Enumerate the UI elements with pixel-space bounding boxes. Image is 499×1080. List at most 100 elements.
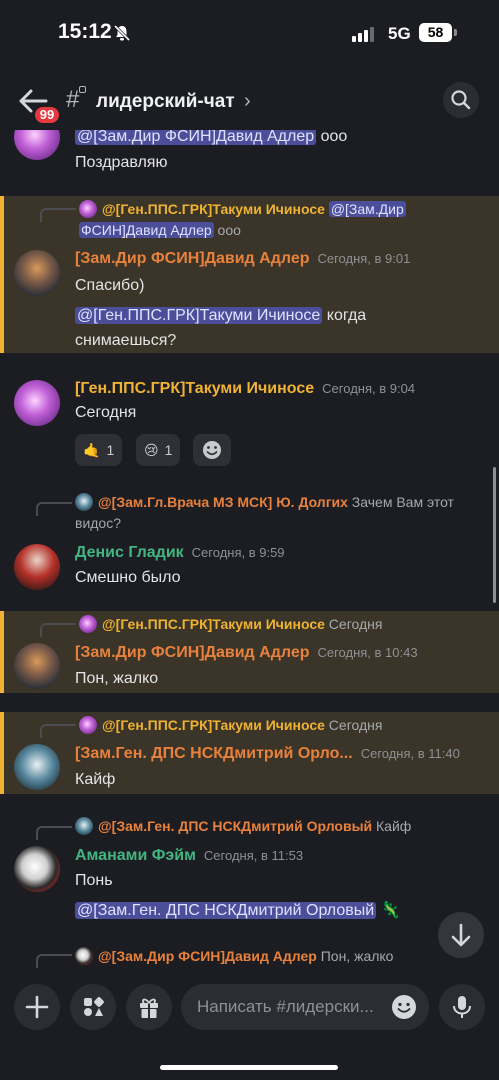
status-bar: 15:12 5G 58 <box>0 0 499 66</box>
hand-emoji-icon: 🤙 <box>83 441 101 458</box>
reply-connector <box>40 208 76 222</box>
add-reaction-button[interactable] <box>193 434 231 466</box>
reaction-count: 1 <box>164 442 173 458</box>
message: @[Зам.Гл.Врача МЗ МСК] Ю. Долгих Зачем В… <box>0 488 499 598</box>
reply-author: @[Ген.ППС.ГРК]Такуми Ичиносе <box>102 201 325 217</box>
message: @[Зам.Дир ФСИН]Давид Адлер Пон, жалко <box>0 942 499 976</box>
avatar[interactable] <box>14 846 60 892</box>
channel-title[interactable]: лидерский-чат <box>96 91 235 113</box>
user-mention[interactable]: @[Зам.Ген. ДПС НСКДмитрий Орловый <box>75 902 377 919</box>
reply-author: @[Ген.ППС.ГРК]Такуми Ичиносе <box>102 717 325 733</box>
user-mention[interactable]: @[Зам.Дир ФСИН]Давид Адлер <box>75 130 317 145</box>
microphone-icon <box>453 996 471 1018</box>
message-highlighted: @[Ген.ППС.ГРК]Такуми Ичиносе Сегодня [За… <box>0 611 499 693</box>
signal-icon <box>352 26 374 42</box>
scrollbar[interactable] <box>493 467 496 603</box>
reaction-chip[interactable]: 🤙 1 <box>75 434 123 466</box>
chevron-right-icon[interactable]: › <box>244 90 251 113</box>
reply-author: @[Зам.Гл.Врача МЗ МСК] Ю. Долгих <box>98 494 348 510</box>
composer-bar: Написать #лидерски... <box>0 976 499 1080</box>
unread-badge: 99 <box>32 104 62 126</box>
reply-preview[interactable]: @[Зам.Ген. ДПС НСКДмитрий Орловый Кайф <box>75 816 411 837</box>
reply-preview[interactable]: @[Ген.ППС.ГРК]Такуми Ичиносе @[Зам.Дир <box>79 199 406 220</box>
arrow-down-icon <box>451 923 471 947</box>
message-author[interactable]: Денис Гладик <box>75 544 184 561</box>
emoji-picker-icon[interactable] <box>391 994 417 1020</box>
message-timestamp: Сегодня, в 11:53 <box>203 848 304 863</box>
battery-icon: 58 <box>419 23 452 42</box>
reply-preview[interactable]: @[Ген.ППС.ГРК]Такуми Ичиносе Сегодня <box>79 614 382 635</box>
avatar[interactable] <box>14 643 60 689</box>
apps-button[interactable] <box>70 984 116 1030</box>
home-indicator <box>160 1065 338 1070</box>
message-timestamp: Сегодня, в 10:43 <box>317 645 418 660</box>
user-mention: ФСИН]Давид Адлер <box>79 222 214 238</box>
message-input[interactable]: Написать #лидерски... <box>181 984 429 1030</box>
reply-avatar <box>79 615 97 633</box>
reply-text: Пон, жалко <box>316 948 394 964</box>
reply-connector <box>40 623 76 637</box>
message-author[interactable]: [Зам.Дир ФСИН]Давид Адлер <box>75 250 309 267</box>
message-timestamp: Сегодня, в 11:40 <box>360 746 460 761</box>
message-text: Пон, жалко <box>75 670 159 687</box>
message-author[interactable]: [Ген.ППС.ГРК]Такуми Ичиносе <box>75 380 314 397</box>
add-attachment-button[interactable] <box>14 984 60 1030</box>
message-timestamp: Сегодня, в 9:01 <box>317 251 411 266</box>
reply-preview[interactable]: @[Зам.Дир ФСИН]Давид Адлер Пон, жалко <box>75 946 393 967</box>
reply-avatar <box>75 947 93 965</box>
muted-bell-icon <box>113 24 131 42</box>
crying-emoji-icon: 😢 <box>144 441 159 458</box>
reply-connector <box>36 954 72 968</box>
reply-preview[interactable]: @[Ген.ППС.ГРК]Такуми Ичиносе Сегодня <box>79 715 382 736</box>
reply-avatar <box>79 716 97 734</box>
channel-header: 99 # лидерский-чат › <box>0 66 499 130</box>
apps-icon <box>84 997 104 1016</box>
avatar[interactable] <box>14 380 60 426</box>
sticker-emoji-icon: 🦎 <box>380 902 401 919</box>
jump-to-bottom-button[interactable] <box>438 912 484 958</box>
reply-text: Кайф <box>372 818 412 834</box>
battery-tip <box>454 29 457 36</box>
message-text: ооо <box>316 130 348 145</box>
message-author[interactable]: [Зам.Ген. ДПС НСКДмитрий Орло... <box>75 745 353 762</box>
search-button[interactable] <box>443 82 479 118</box>
message-input-placeholder: Написать #лидерски... <box>197 997 374 1016</box>
gift-button[interactable] <box>126 984 172 1030</box>
avatar[interactable] <box>14 130 60 160</box>
reply-author: @[Зам.Ген. ДПС НСКДмитрий Орловый <box>98 818 373 834</box>
avatar[interactable] <box>14 250 60 296</box>
message-text: когда <box>322 307 367 324</box>
message: @[Зам.Дир ФСИН]Давид Адлер ооо Поздравля… <box>0 130 499 196</box>
reply-text: Зачем Вам этот <box>347 494 454 510</box>
message-highlighted: @[Ген.ППС.ГРК]Такуми Ичиносе @[Зам.Дир Ф… <box>0 196 499 353</box>
message-text: Смешно было <box>75 569 181 586</box>
message-text: Понь <box>75 872 113 889</box>
lock-icon <box>79 86 86 93</box>
message-timestamp: Сегодня, в 9:04 <box>322 381 416 396</box>
reply-avatar <box>75 817 93 835</box>
message-list[interactable]: @[Зам.Дир ФСИН]Давид Адлер ооо Поздравля… <box>0 130 499 976</box>
avatar[interactable] <box>14 544 60 590</box>
message-text: Спасибо) <box>75 277 145 294</box>
search-icon <box>451 90 471 110</box>
avatar[interactable] <box>14 744 60 790</box>
reaction-chip[interactable]: 😢 1 <box>136 434 181 466</box>
reply-preview[interactable]: @[Зам.Гл.Врача МЗ МСК] Ю. Долгих Зачем В… <box>75 492 454 513</box>
network-type: 5G <box>388 24 411 43</box>
message-highlighted: @[Ген.ППС.ГРК]Такуми Ичиносе Сегодня [За… <box>0 712 499 794</box>
reply-text: ооо <box>213 222 241 238</box>
hashtag-icon: # <box>66 86 80 113</box>
plus-icon <box>25 995 49 1019</box>
message-text: Поздравляю <box>75 154 168 171</box>
message-author[interactable]: Аманами Фэйм <box>75 847 196 864</box>
reply-connector <box>36 826 72 840</box>
voice-message-button[interactable] <box>439 984 485 1030</box>
user-mention[interactable]: @[Ген.ППС.ГРК]Такуми Ичиносе <box>75 307 323 324</box>
message-text: Сегодня <box>75 404 137 421</box>
message-timestamp: Сегодня, в 9:59 <box>191 545 285 560</box>
reply-author: @[Ген.ППС.ГРК]Такуми Ичиносе <box>102 616 325 632</box>
reply-connector <box>40 724 76 738</box>
message-text: снимаешься? <box>75 332 177 349</box>
message-author[interactable]: [Зам.Дир ФСИН]Давид Адлер <box>75 644 309 661</box>
user-mention: @[Зам.Дир <box>328 201 406 217</box>
